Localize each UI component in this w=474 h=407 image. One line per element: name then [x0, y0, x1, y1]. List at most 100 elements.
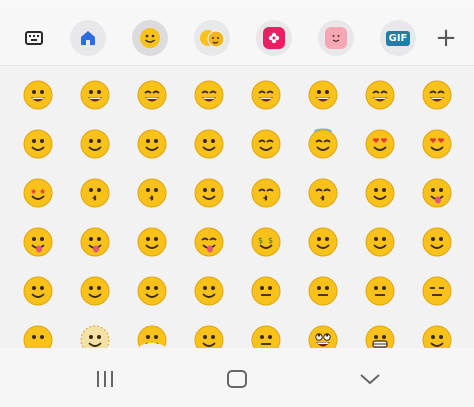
recent-apps-button[interactable]	[85, 366, 125, 392]
emoji-slightly-smiling-face[interactable]	[14, 120, 62, 168]
smiling-face-tear-icon	[365, 178, 395, 208]
kissing-face-icon	[137, 178, 167, 208]
emoji-tears-of-joy-face[interactable]	[413, 71, 461, 119]
emoji-winking-face-tongue[interactable]	[71, 218, 119, 266]
svg-text:$: $	[268, 236, 273, 245]
emoji-face-savoring-food[interactable]	[413, 169, 461, 217]
emoji-smiling-face-tear[interactable]	[356, 169, 404, 217]
emoji-pair-tab[interactable]	[194, 20, 230, 56]
top-edge	[0, 0, 474, 8]
emoji-thinking-face[interactable]	[128, 267, 176, 315]
emoji-melting-face[interactable]	[128, 120, 176, 168]
emoji-face-with-tongue[interactable]	[14, 218, 62, 266]
emoji-smirking-face[interactable]	[185, 316, 233, 348]
emoji-dotted-line-face[interactable]	[71, 316, 119, 348]
melting-face-icon	[137, 129, 167, 159]
smiling-face-hearts-icon	[365, 129, 395, 159]
home-tab[interactable]	[70, 20, 106, 56]
emoji-kissing-face-smiling-eyes[interactable]	[299, 169, 347, 217]
emoji-kissing-face-closed-eyes[interactable]	[242, 169, 290, 217]
emoji-grinning-face[interactable]	[14, 71, 62, 119]
emoji-face-open-eyes-hand-over-mouth[interactable]	[413, 218, 461, 266]
kissing-face-closed-eyes-icon	[251, 178, 281, 208]
grinning-face-icon	[23, 80, 53, 110]
winking-face-icon	[194, 129, 224, 159]
smiling-face-icon	[194, 178, 224, 208]
emoji-squinting-face-tongue[interactable]	[185, 218, 233, 266]
face-raised-eyebrow-icon	[308, 276, 338, 306]
emoji-shushing-face[interactable]	[71, 267, 119, 315]
emoji-zany-face[interactable]	[128, 218, 176, 266]
home-nav-icon	[227, 370, 247, 388]
emoji-star-struck-face[interactable]: ★ ★	[14, 169, 62, 217]
emoji-face-rolling-eyes[interactable]	[299, 316, 347, 348]
emoji-upside-down-face[interactable]	[71, 120, 119, 168]
emoji-grinning-face-big-eyes[interactable]	[71, 71, 119, 119]
emoji-face-blowing-kiss[interactable]	[71, 169, 119, 217]
emoji-neutral-face[interactable]	[356, 267, 404, 315]
face-rolling-eyes-icon	[308, 325, 338, 348]
dotted-line-face-icon	[80, 325, 110, 348]
emoji-keyboard: GIF + ★ ★ $ $	[0, 0, 474, 407]
neutral-face-icon	[365, 276, 395, 306]
face-without-mouth-icon	[23, 325, 53, 348]
emoji-face-raised-eyebrow[interactable]	[299, 267, 347, 315]
svg-text:★: ★	[39, 187, 46, 196]
emoji-expressionless-face[interactable]	[413, 267, 461, 315]
emoji-grinning-face-sweat[interactable]	[299, 71, 347, 119]
sticker-flower-tab[interactable]	[256, 20, 292, 56]
emoji-icon	[140, 28, 160, 48]
emoji-saluting-face[interactable]	[185, 267, 233, 315]
face-blowing-kiss-icon	[80, 178, 110, 208]
emoji-grinning-squinting-face[interactable]	[242, 71, 290, 119]
emoji-beaming-face[interactable]	[185, 71, 233, 119]
sticker-flower-icon	[263, 27, 285, 49]
emoji-smiling-face-halo[interactable]	[299, 120, 347, 168]
add-button[interactable]: +	[428, 20, 464, 56]
keyboard-button[interactable]	[16, 20, 52, 56]
back-button[interactable]	[350, 366, 390, 392]
face-peeking-eye-icon	[23, 276, 53, 306]
emoji-face-exhaling[interactable]	[413, 316, 461, 348]
emoji-smiling-face-smiling-eyes[interactable]	[242, 120, 290, 168]
emoji-grimacing-face[interactable]	[356, 316, 404, 348]
emoji-heart-eyes-face[interactable]	[413, 120, 461, 168]
emoji-kissing-face[interactable]	[128, 169, 176, 217]
unamused-face-icon	[251, 325, 281, 348]
emoji-face-in-clouds[interactable]	[128, 316, 176, 348]
emoji-hugging-face[interactable]	[299, 218, 347, 266]
emoji-face-peeking-eye[interactable]	[14, 267, 62, 315]
face-savoring-food-icon	[422, 178, 452, 208]
grinning-squinting-face-icon	[251, 80, 281, 110]
svg-text:$: $	[258, 236, 263, 245]
emoji-money-mouth-face[interactable]: $ $	[242, 218, 290, 266]
money-mouth-face-icon: $ $	[251, 227, 281, 257]
smiling-face-halo-icon	[308, 128, 338, 159]
emoji-unamused-face[interactable]	[242, 316, 290, 348]
face-open-eyes-hand-over-mouth-icon	[422, 227, 452, 257]
home-nav-button[interactable]	[217, 366, 257, 392]
emoji-winking-face[interactable]	[185, 120, 233, 168]
emoji-face-without-mouth[interactable]	[14, 316, 62, 348]
sticker-face-icon	[325, 27, 347, 49]
grinning-face-smiling-eyes-icon	[137, 80, 167, 110]
emoji-smiling-face[interactable]	[185, 169, 233, 217]
emoji-grid: ★ ★ $ $	[0, 66, 474, 348]
emoji-tab[interactable]	[132, 20, 168, 56]
emoji-face-hand-over-mouth[interactable]	[356, 218, 404, 266]
face-in-clouds-icon	[137, 325, 167, 348]
heart-eyes-face-icon	[422, 129, 452, 159]
face-exhaling-icon	[422, 325, 452, 348]
grimacing-face-icon	[365, 325, 395, 348]
gif-icon: GIF	[385, 30, 411, 46]
emoji-pair-icon	[200, 30, 225, 48]
tears-of-joy-face-icon	[422, 80, 452, 110]
emoji-zipper-mouth-face[interactable]	[242, 267, 290, 315]
emoji-grinning-face-smiling-eyes[interactable]	[128, 71, 176, 119]
svg-text:★: ★	[30, 187, 37, 196]
home-icon	[81, 31, 95, 45]
sticker-face-tab[interactable]	[318, 20, 354, 56]
gif-tab[interactable]: GIF	[380, 20, 416, 56]
emoji-rolling-laughing-face[interactable]	[356, 71, 404, 119]
emoji-smiling-face-hearts[interactable]	[356, 120, 404, 168]
